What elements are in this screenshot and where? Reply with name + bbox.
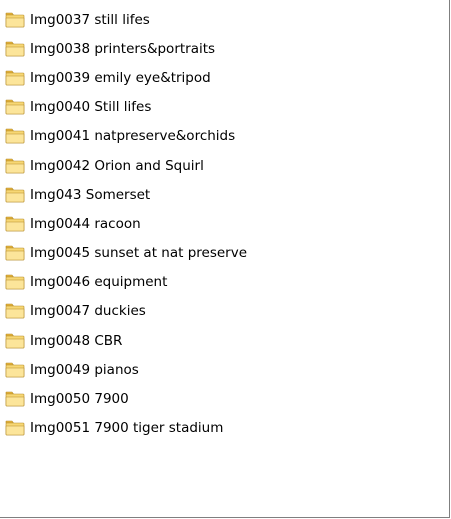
folder-name: Img0041 natpreserve&orchids: [30, 128, 236, 145]
folder-icon: [5, 12, 25, 28]
folder-name: Img0042 Orion and Squirl: [30, 157, 204, 174]
list-item[interactable]: Img0041 natpreserve&orchids: [0, 122, 247, 151]
folder-name: Img0039 emily eye&tripod: [30, 69, 211, 86]
list-item[interactable]: Img0045 sunset at nat preserve: [0, 239, 247, 268]
folder-icon: [5, 245, 25, 261]
folder-icon: [5, 99, 25, 115]
folder-icon: [5, 333, 25, 349]
folder-list-panel: Img0037 still lifes Img0038 printers&por…: [0, 0, 450, 518]
list-item[interactable]: Img0051 7900 tiger stadium: [0, 414, 247, 443]
folder-name: Img0038 printers&portraits: [30, 40, 216, 57]
folder-name: Img043 Somerset: [30, 186, 151, 203]
list-item[interactable]: Img043 Somerset: [0, 180, 247, 209]
list-item[interactable]: Img0047 duckies: [0, 297, 247, 326]
folder-icon: [5, 391, 25, 407]
folder-name: Img0037 still lifes: [30, 11, 150, 28]
list-item[interactable]: Img0044 racoon: [0, 209, 247, 238]
folder-icon: [5, 187, 25, 203]
list-item[interactable]: Img0037 still lifes: [0, 5, 247, 34]
folder-icon: [5, 128, 25, 144]
list-item[interactable]: Img0049 pianos: [0, 355, 247, 384]
list-item[interactable]: Img0048 CBR: [0, 326, 247, 355]
folder-name: Img0050 7900: [30, 391, 129, 408]
folder-name: Img0047 duckies: [30, 303, 146, 320]
folder-list: Img0037 still lifes Img0038 printers&por…: [0, 5, 247, 443]
list-item[interactable]: Img0042 Orion and Squirl: [0, 151, 247, 180]
list-item[interactable]: Img0038 printers&portraits: [0, 34, 247, 63]
folder-name: Img0044 racoon: [30, 215, 141, 232]
list-item[interactable]: Img0050 7900: [0, 384, 247, 413]
list-item[interactable]: Img0040 Still lifes: [0, 93, 247, 122]
folder-name: Img0049 pianos: [30, 361, 139, 378]
folder-icon: [5, 420, 25, 436]
folder-icon: [5, 362, 25, 378]
folder-icon: [5, 216, 25, 232]
folder-icon: [5, 274, 25, 290]
folder-name: Img0051 7900 tiger stadium: [30, 420, 224, 437]
folder-name: Img0040 Still lifes: [30, 99, 152, 116]
folder-icon: [5, 41, 25, 57]
folder-name: Img0046 equipment: [30, 274, 168, 291]
list-item[interactable]: Img0046 equipment: [0, 268, 247, 297]
folder-icon: [5, 158, 25, 174]
folder-name: Img0045 sunset at nat preserve: [30, 245, 248, 262]
folder-name: Img0048 CBR: [30, 332, 123, 349]
folder-icon: [5, 70, 25, 86]
list-item[interactable]: Img0039 emily eye&tripod: [0, 63, 247, 92]
folder-icon: [5, 303, 25, 319]
